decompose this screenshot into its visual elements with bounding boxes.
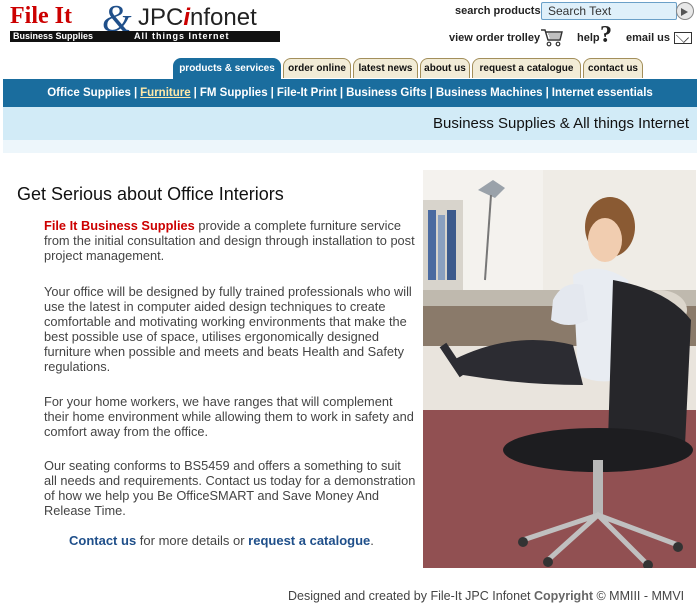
tab-contact-us[interactable]: contact us bbox=[583, 58, 643, 78]
nav-business-gifts[interactable]: Business Gifts bbox=[346, 87, 427, 99]
tab-request-catalogue[interactable]: request a catalogue bbox=[472, 58, 581, 78]
nav-separator: | bbox=[339, 87, 344, 99]
call-to-action: Contact us for more details or request a… bbox=[69, 533, 374, 548]
brand-name: File It Business Supplies bbox=[44, 218, 195, 233]
nav-fm-supplies[interactable]: FM Supplies bbox=[200, 87, 268, 99]
seating-paragraph: Our seating conforms to BS5459 and offer… bbox=[44, 458, 416, 518]
banner-strip bbox=[3, 140, 697, 153]
search-go-button[interactable] bbox=[676, 2, 694, 20]
site-logo[interactable]: File It & JPCinfonet Business Supplies A… bbox=[8, 0, 288, 43]
contact-us-link[interactable]: Contact us bbox=[69, 533, 136, 548]
logo-file-it-text: File It bbox=[10, 3, 72, 29]
nav-file-it-print[interactable]: File-It Print bbox=[277, 87, 337, 99]
tab-latest-news[interactable]: latest news bbox=[353, 58, 418, 78]
help-link[interactable]: help bbox=[577, 32, 600, 44]
category-nav-bar: Office Supplies | Furniture | FM Supplies | Fi… bbox=[3, 79, 697, 107]
nav-office-supplies[interactable]: Office Supplies bbox=[47, 87, 131, 99]
search-label: search products bbox=[455, 5, 541, 17]
category-nav-links: Office Supplies | Furniture | FM Supplies | Fi… bbox=[3, 79, 697, 107]
email-envelope-icon[interactable] bbox=[674, 32, 692, 44]
nav-internet-essentials[interactable]: Internet essentials bbox=[552, 87, 653, 99]
office-chair-photo bbox=[423, 170, 696, 568]
help-question-icon[interactable]: ? bbox=[600, 22, 612, 49]
logo-tagline-left: Business Supplies bbox=[13, 31, 94, 41]
nav-separator: | bbox=[429, 87, 433, 99]
nav-separator: | bbox=[270, 87, 274, 99]
tab-order-online[interactable]: order online bbox=[283, 58, 351, 78]
nav-separator: | bbox=[133, 87, 138, 99]
logo-tagline-right: All things Internet bbox=[134, 31, 230, 41]
design-paragraph: Your office will be designed by fully tr… bbox=[44, 284, 412, 374]
tagline-banner: Business Supplies & All things Internet bbox=[3, 107, 697, 140]
request-catalogue-link[interactable]: request a catalogue bbox=[248, 533, 370, 548]
intro-paragraph: File It Business Supplies provide a comp… bbox=[44, 218, 415, 263]
nav-separator: | bbox=[193, 87, 197, 99]
page-title: Get Serious about Office Interiors bbox=[17, 184, 284, 204]
nav-separator: | bbox=[545, 87, 549, 99]
shopping-trolley-icon[interactable] bbox=[540, 27, 564, 47]
tab-products-services[interactable]: products & services bbox=[173, 58, 281, 79]
banner-tagline: Business Supplies & All things Internet bbox=[433, 115, 689, 132]
tab-about-us[interactable]: about us bbox=[420, 58, 470, 78]
home-workers-paragraph: For your home workers, we have ranges th… bbox=[44, 394, 414, 439]
copyright-link[interactable]: Copyright bbox=[534, 589, 593, 603]
nav-furniture[interactable]: Furniture bbox=[140, 87, 190, 99]
search-input[interactable] bbox=[541, 2, 677, 20]
logo-tagline-bar: Business Supplies All things Internet bbox=[10, 31, 280, 42]
logo-jpc-infonet-text: JPCinfonet bbox=[138, 4, 257, 31]
footer-credits: Designed and created by File-It JPC Info… bbox=[288, 589, 685, 603]
view-order-trolley-link[interactable]: view order trolley bbox=[449, 32, 540, 44]
nav-business-machines[interactable]: Business Machines bbox=[436, 87, 543, 99]
email-us-link[interactable]: email us bbox=[626, 32, 670, 44]
